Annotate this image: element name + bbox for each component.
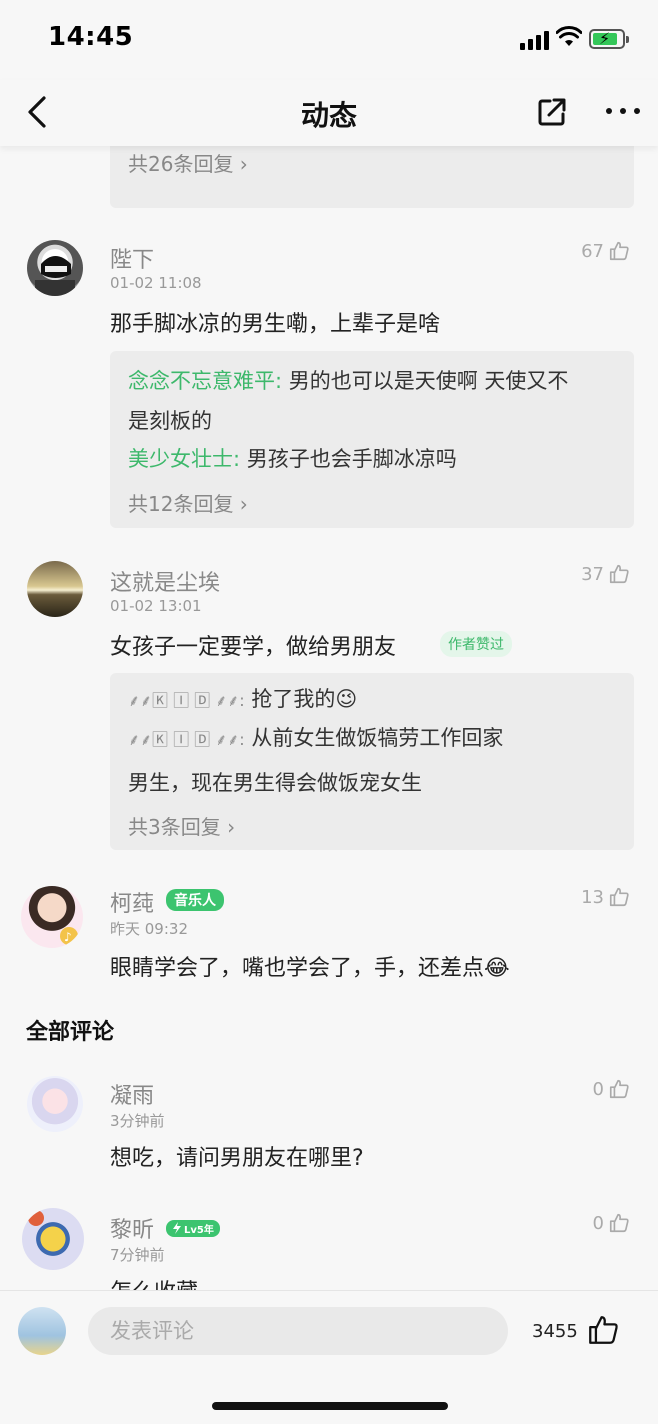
like-count: 0 — [592, 1078, 604, 1100]
like-count: 0 — [592, 1212, 604, 1234]
avatar[interactable] — [27, 240, 83, 296]
status-time: 14:45 — [48, 22, 134, 52]
svg-text:♪: ♪ — [64, 930, 72, 944]
reply-text: 从前女生做饭犒劳工作回家 — [244, 726, 504, 750]
reply-line: 念念不忘意难平: 男的也可以是天使啊 天使又不 — [128, 361, 616, 401]
reply-line: ⸙⸙🄺 🄸 🄳 ⸙⸙: 抢了我的😉 — [128, 679, 616, 721]
reply-box[interactable]: 念念不忘意难平: 男的也可以是天使啊 天使又不 是刻板的 美少女壮士: 男孩子也… — [110, 351, 634, 528]
comment-time: 01-02 11:08 — [110, 274, 202, 292]
comment-input[interactable]: 发表评论 — [88, 1307, 508, 1355]
comment-list[interactable]: ▬▬ ▬▬▬▬▬▬▬▬▬▬▬▬▬▬▬▬▬▬▬ 共26条回复 › 陛下 01-02… — [0, 146, 658, 1290]
comment-time: 昨天 09:32 — [110, 920, 188, 938]
view-replies-link[interactable]: 共26条回复 › — [128, 148, 248, 177]
thumbs-up-icon — [609, 241, 629, 261]
comment-time: 01-02 13:01 — [110, 597, 202, 615]
thumbs-up-icon — [609, 1213, 629, 1233]
like-button[interactable]: 0 — [593, 1212, 630, 1234]
reply-line: 是刻板的 — [128, 401, 616, 441]
comment-author[interactable]: 柯莼 — [110, 886, 154, 918]
status-bar: 14:45 ⚡ — [0, 0, 658, 80]
comment-item: 陛下 01-02 11:08 67 那手脚冰凉的男生嘞，上辈子是啥 念念不忘意难… — [0, 228, 658, 528]
like-button[interactable]: 0 — [593, 1078, 630, 1100]
thumbs-up-icon[interactable] — [586, 1313, 620, 1347]
reply-author[interactable]: ⸙⸙🄺 🄸 🄳 ⸙⸙: — [128, 730, 245, 749]
reply-text: 男孩子也会手脚冰凉吗 — [240, 447, 457, 471]
thumbs-up-icon — [609, 887, 629, 907]
comment-author[interactable]: 凝雨 — [110, 1078, 154, 1110]
comment-author[interactable]: 陛下 — [110, 242, 154, 274]
musician-badge: 音乐人 — [166, 889, 224, 911]
author-liked-badge: 作者赞过 — [440, 631, 512, 657]
comment-item: 黎昕 Lv5年 7分钟前 0 怎么收藏 — [0, 1200, 658, 1290]
comment-text: 怎么收藏 — [110, 1274, 198, 1290]
wifi-icon — [556, 26, 582, 46]
comment-text: 那手脚冰凉的男生嘞，上辈子是啥 — [110, 312, 441, 337]
like-count: 67 — [581, 240, 604, 262]
view-replies-link[interactable]: 共3条回复 › — [128, 811, 235, 840]
comment-author[interactable]: 黎昕 — [110, 1212, 154, 1244]
my-avatar[interactable] — [18, 1307, 66, 1355]
comment-item: ♪ 柯莼 音乐人 昨天 09:32 13 眼睛学会了，嘴也学会了，手，还差点😂 — [0, 874, 658, 994]
like-count: 13 — [581, 886, 604, 908]
reply-line: ⸙⸙🄺 🄸 🄳 ⸙⸙: 从前女生做饭犒劳工作回家 — [128, 718, 616, 760]
signal-icon — [520, 30, 550, 50]
comment-item: 凝雨 3分钟前 0 想吃，请问男朋友在哪里? — [0, 1066, 658, 1176]
reply-line: 美少女壮士: 男孩子也会手脚冰凉吗 — [128, 439, 616, 479]
avatar[interactable] — [27, 1076, 83, 1132]
reply-author[interactable]: 念念不忘意难平: — [128, 369, 282, 393]
comment-time: 7分钟前 — [110, 1246, 165, 1264]
reply-box[interactable]: ⸙⸙🄺 🄸 🄳 ⸙⸙: 抢了我的😉 ⸙⸙🄺 🄸 🄳 ⸙⸙: 从前女生做饭犒劳工作… — [110, 673, 634, 850]
comment-author[interactable]: 这就是尘埃 — [110, 565, 220, 597]
lightning-icon — [173, 1222, 181, 1234]
reply-text: 是刻板的 — [128, 409, 212, 433]
like-button[interactable]: 13 — [581, 886, 630, 908]
home-indicator[interactable] — [212, 1402, 448, 1410]
share-icon[interactable] — [536, 96, 568, 128]
like-count: 37 — [581, 563, 604, 585]
avatar[interactable] — [27, 561, 83, 617]
like-button[interactable]: 37 — [581, 563, 630, 585]
view-replies-link[interactable]: 共12条回复 › — [128, 488, 248, 517]
reply-author[interactable]: 美少女壮士: — [128, 447, 240, 471]
avatar[interactable] — [22, 1208, 84, 1270]
bottom-bar: 发表评论 3455 — [0, 1290, 658, 1372]
battery-icon: ⚡ — [589, 29, 629, 49]
reply-author[interactable]: ⸙⸙🄺 🄸 🄳 ⸙⸙: — [128, 691, 245, 710]
reply-box[interactable]: ▬▬ ▬▬▬▬▬▬▬▬▬▬▬▬▬▬▬▬▬▬▬ 共26条回复 › — [110, 146, 634, 208]
like-button[interactable]: 67 — [581, 240, 630, 262]
comment-text: 眼睛学会了，嘴也学会了，手，还差点😂 — [110, 956, 510, 981]
comment-text: 女孩子一定要学，做给男朋友 — [110, 635, 397, 660]
thumbs-up-icon — [609, 564, 629, 584]
avatar[interactable]: ♪ — [21, 886, 83, 948]
reply-text: 抢了我的😉 — [244, 687, 358, 711]
reply-text: 男的也可以是天使啊 天使又不 — [282, 369, 569, 393]
comment-text: 想吃，请问男朋友在哪里? — [110, 1146, 364, 1171]
post-like-count: 3455 — [532, 1321, 578, 1342]
thumbs-up-icon — [609, 1079, 629, 1099]
section-title: 全部评论 — [26, 1020, 115, 1045]
more-icon[interactable] — [606, 108, 642, 118]
nav-bar: 动态 — [0, 80, 658, 146]
reply-line: 男生，现在男生得会做饭宠女生 — [128, 763, 616, 803]
comment-item: 这就是尘埃 01-02 13:01 37 女孩子一定要学，做给男朋友 作者赞过 … — [0, 551, 658, 851]
comment-time: 3分钟前 — [110, 1112, 165, 1130]
reply-text: 男生，现在男生得会做饭宠女生 — [128, 771, 422, 795]
